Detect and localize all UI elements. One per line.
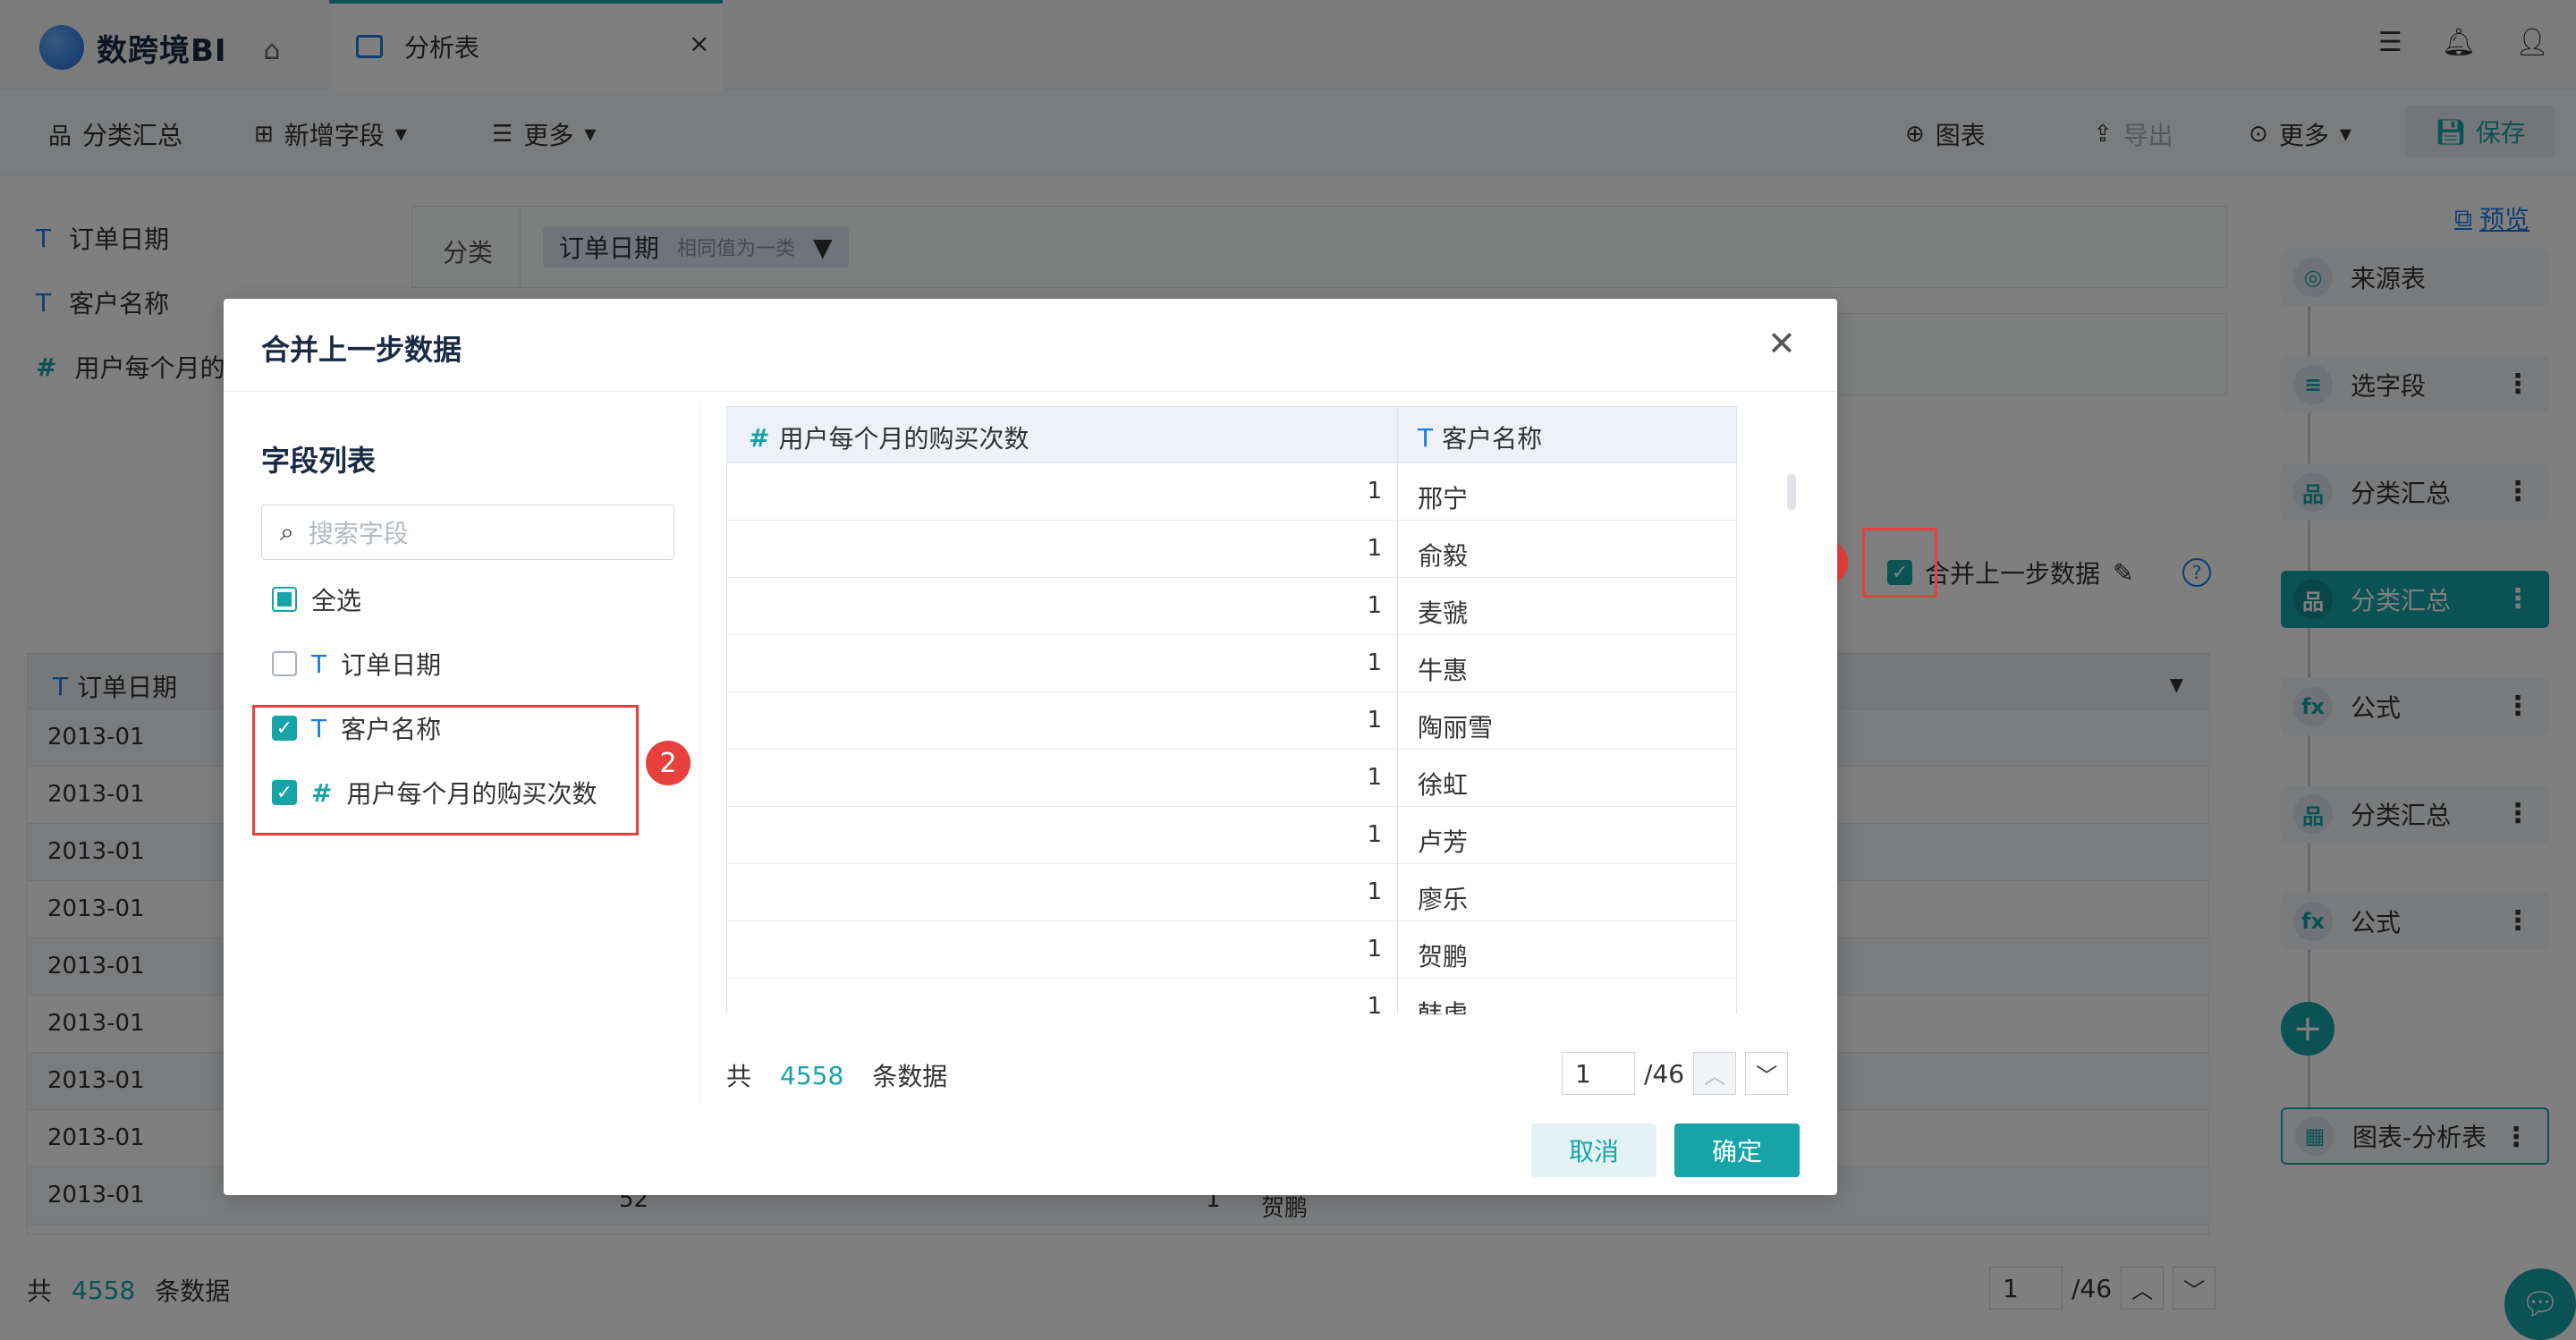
field-checkbox[interactable] — [272, 651, 297, 676]
divider — [699, 406, 700, 1104]
column-header-label: 用户每个月的购买次数 — [778, 424, 1030, 454]
table-row: 1 麦虢 — [726, 578, 1737, 635]
preview-table: # 用户每个月的购买次数 T 客户名称 1 邢宁 1 俞毅 1 麦虢 1 牛惠 1 陶丽雪… — [726, 406, 1737, 1014]
cell: 徐虹 — [1418, 770, 1469, 800]
count-suffix: 条数据 — [872, 1062, 948, 1091]
field-option-label: 订单日期 — [341, 650, 442, 680]
cell: 卢芳 — [1418, 827, 1469, 857]
cell: 贺鹏 — [1418, 942, 1469, 971]
cell: 1 — [1367, 707, 1382, 734]
column-header-label: 客户名称 — [1442, 424, 1543, 454]
select-all-label: 全选 — [311, 586, 362, 615]
dialog-title: 合并上一步数据 — [261, 333, 462, 367]
cell: 牛惠 — [1418, 656, 1469, 685]
table-row: 1 韩虎 — [726, 979, 1737, 1014]
page-total: /46 — [1644, 1058, 1685, 1089]
table-header: # 用户每个月的购买次数 T 客户名称 — [726, 406, 1737, 463]
table-row: 1 卢芳 — [726, 807, 1737, 864]
cell: 俞毅 — [1418, 541, 1469, 571]
dialog-header: 合并上一步数据 ✕ — [224, 299, 1837, 392]
field-option[interactable]: T 订单日期 — [272, 646, 441, 682]
count-value: 4558 — [780, 1060, 844, 1090]
search-input[interactable]: ⌕ 搜索字段 — [261, 505, 674, 560]
cell: 陶丽雪 — [1418, 713, 1494, 742]
merge-dialog: 合并上一步数据 ✕ 字段列表 ⌕ 搜索字段 全选 T 订单日期 ✓ T 客户名称… — [224, 299, 1837, 1195]
search-placeholder: 搜索字段 — [308, 519, 409, 548]
cell: 1 — [1367, 993, 1382, 1014]
select-all-checkbox[interactable] — [272, 587, 297, 612]
cell: 1 — [1367, 821, 1382, 848]
table-row: 1 徐虹 — [726, 750, 1737, 807]
table-row: 1 贺鹏 — [726, 921, 1737, 979]
cell: 1 — [1367, 535, 1382, 562]
field-list-title: 字段列表 — [261, 444, 377, 478]
highlight-box — [252, 705, 639, 835]
table-row: 1 廖乐 — [726, 864, 1737, 921]
table-row: 1 牛惠 — [726, 635, 1737, 692]
step-marker: 2 — [646, 741, 691, 785]
column-divider — [1397, 406, 1398, 1014]
select-all-option[interactable]: 全选 — [272, 581, 361, 617]
cell: 麦虢 — [1418, 598, 1469, 628]
table-row: 1 陶丽雪 — [726, 692, 1737, 750]
page-up-icon[interactable]: ︿ — [1693, 1052, 1737, 1095]
count-prefix: 共 — [726, 1062, 752, 1091]
page-input[interactable]: 1 — [1562, 1052, 1635, 1095]
number-type-icon: # — [749, 422, 770, 453]
cell: 1 — [1367, 649, 1382, 676]
cell: 1 — [1367, 764, 1382, 791]
scrollbar[interactable] — [1787, 474, 1796, 510]
search-icon: ⌕ — [280, 517, 294, 547]
cell: 韩虎 — [1418, 999, 1469, 1014]
row-count: 共 4558 条数据 — [726, 1057, 947, 1093]
confirm-button[interactable]: 确定 — [1674, 1124, 1800, 1177]
page-down-icon[interactable]: ﹀ — [1745, 1052, 1789, 1095]
text-type-icon: T — [1418, 422, 1434, 453]
cell: 1 — [1367, 478, 1382, 505]
highlight-box — [1862, 528, 1937, 598]
column-header: T 客户名称 — [1418, 420, 1542, 455]
table-row: 1 俞毅 — [726, 521, 1737, 578]
cell: 1 — [1367, 878, 1382, 905]
pagination: 1 /46 ︿ ﹀ — [1562, 1052, 1789, 1095]
close-icon[interactable]: ✕ — [1767, 324, 1796, 363]
cell: 1 — [1367, 936, 1382, 963]
text-type-icon: T — [311, 649, 327, 679]
cell: 廖乐 — [1418, 885, 1469, 914]
cell: 邢宁 — [1418, 484, 1469, 513]
cell: 1 — [1367, 592, 1382, 619]
cancel-button[interactable]: 取消 — [1531, 1124, 1657, 1177]
table-row: 1 邢宁 — [726, 463, 1737, 521]
column-header: # 用户每个月的购买次数 — [749, 420, 1029, 455]
